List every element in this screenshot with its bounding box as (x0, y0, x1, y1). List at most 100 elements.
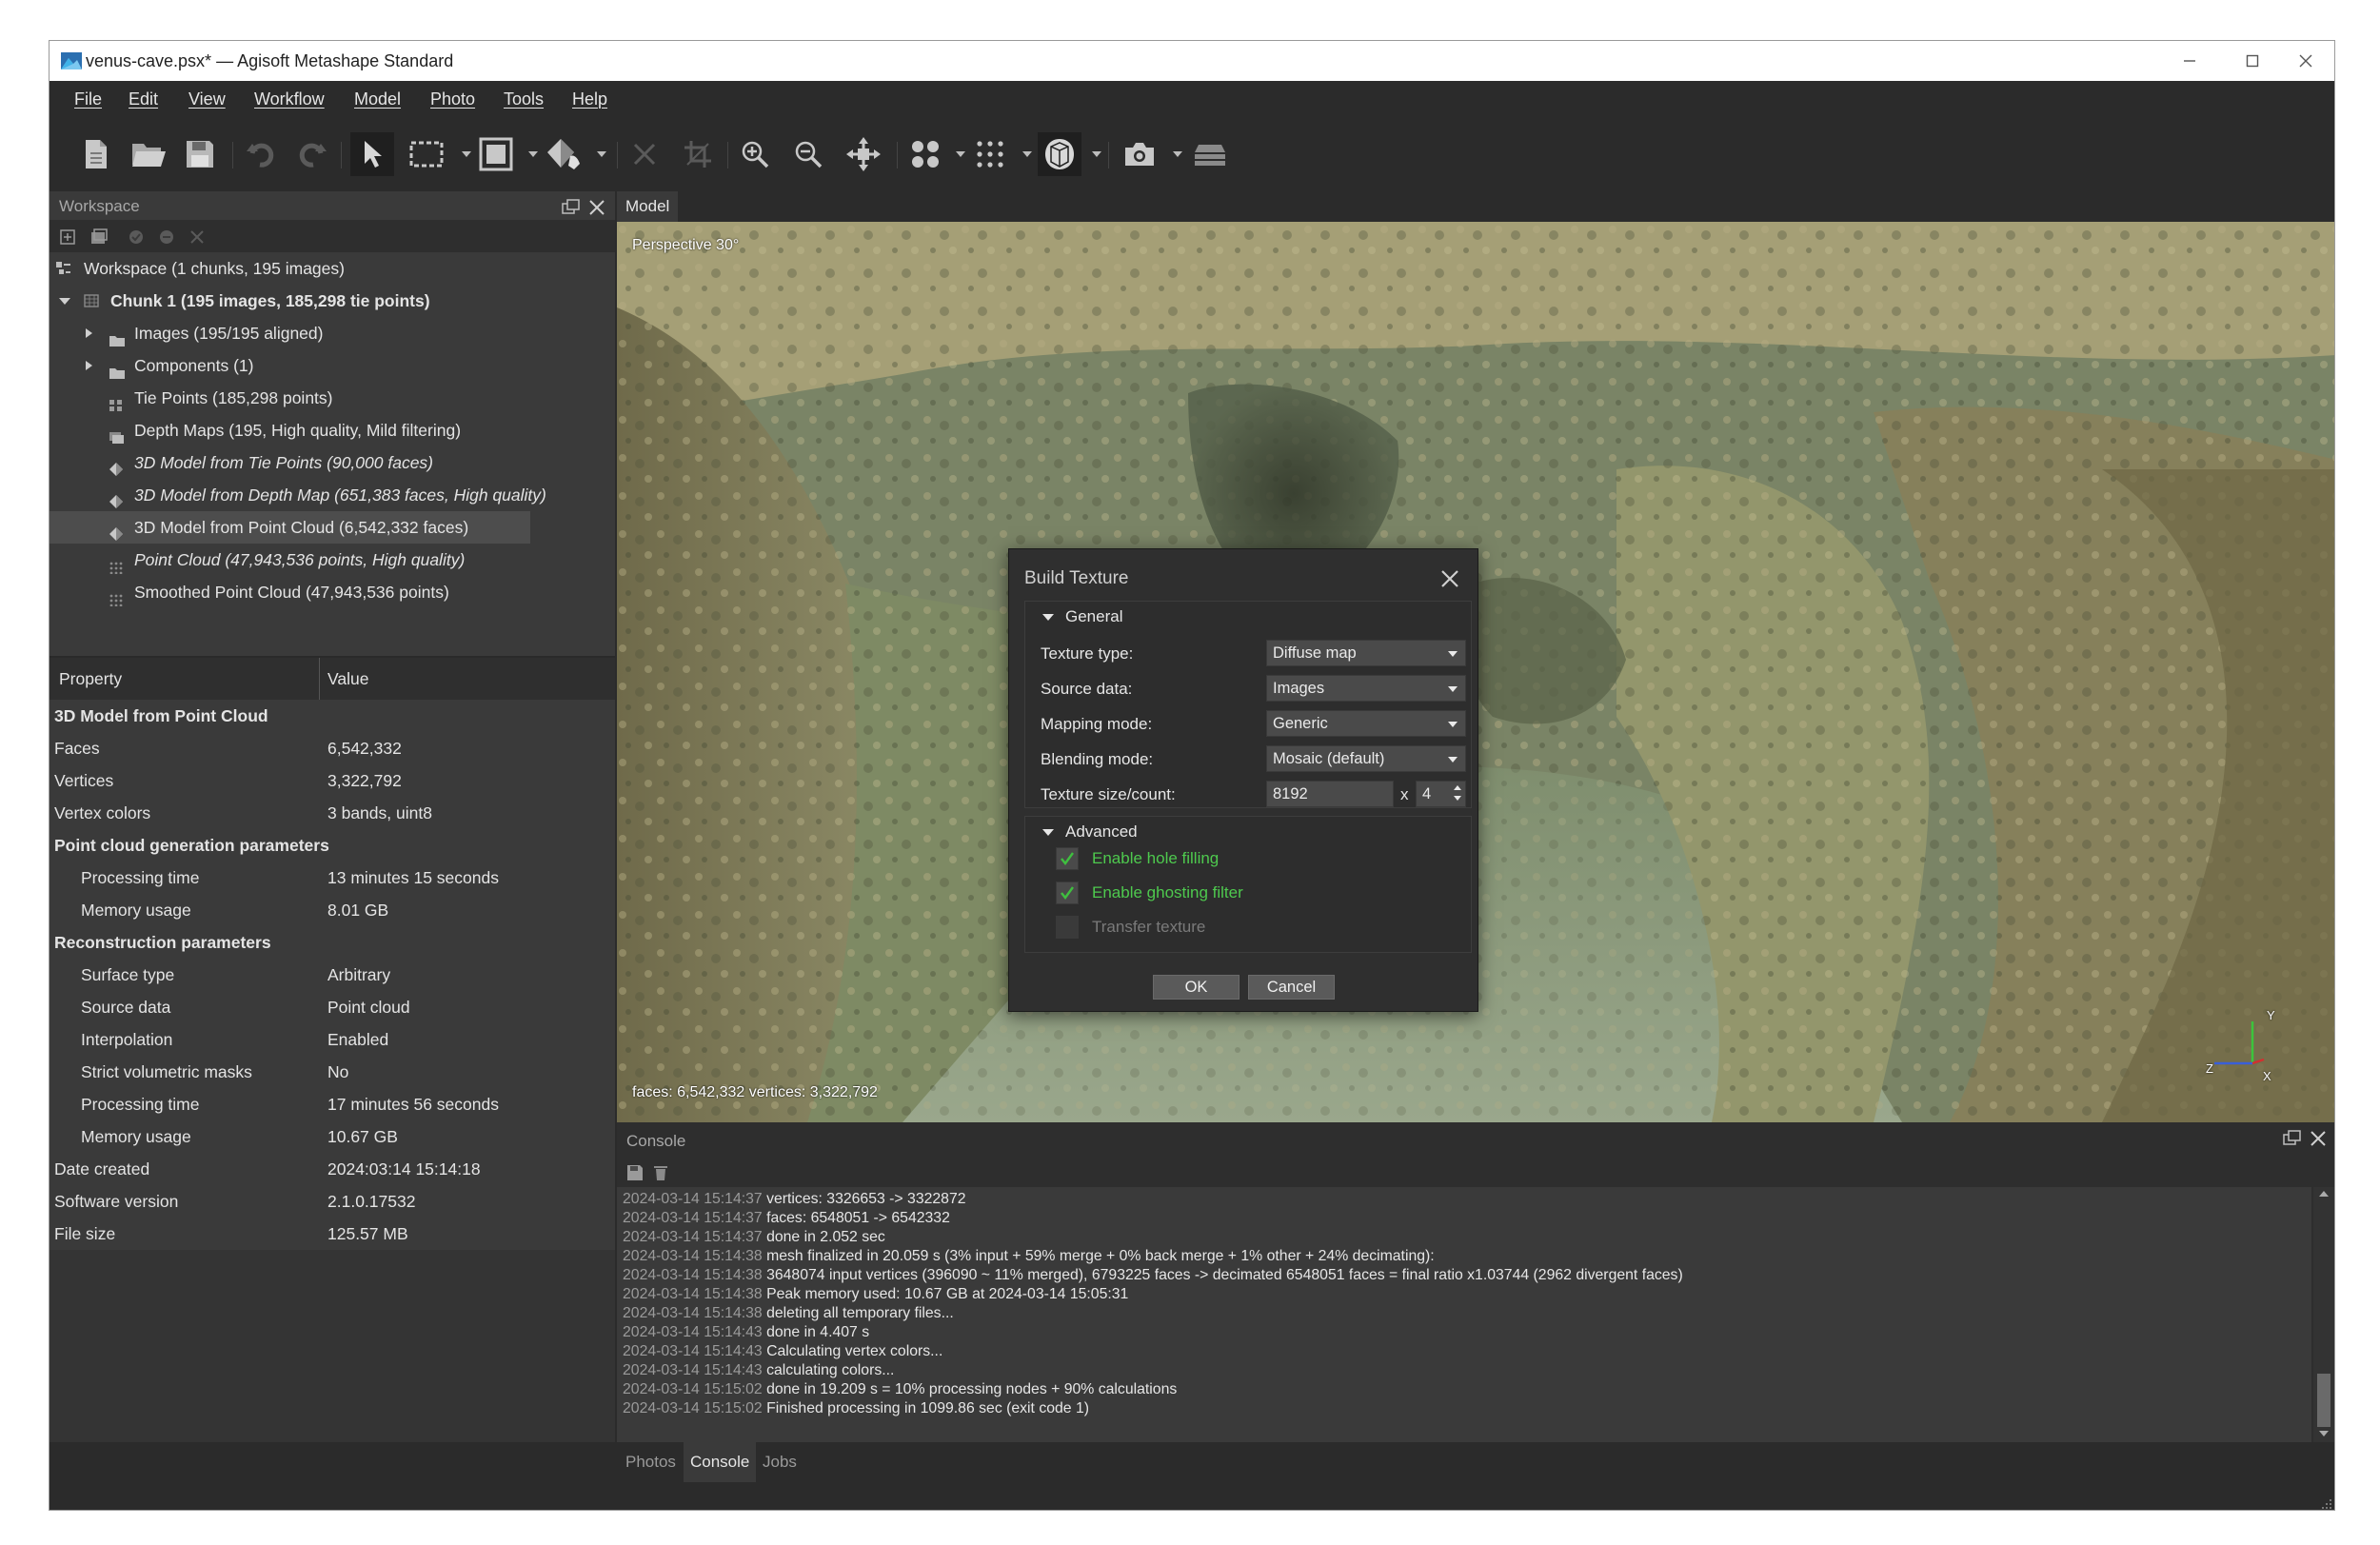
reset-view-button[interactable] (842, 132, 885, 176)
tab-model[interactable]: Model (617, 191, 678, 222)
scroll-up-icon[interactable] (2319, 1191, 2329, 1197)
scroll-down-icon[interactable] (2319, 1431, 2329, 1436)
menu-model[interactable]: Model (354, 89, 401, 109)
menu-edit[interactable]: Edit (129, 89, 158, 109)
chevron-down-icon[interactable] (1042, 829, 1054, 836)
point-cloud-icon (109, 584, 124, 598)
texture-size-input[interactable]: 8192 (1266, 781, 1394, 807)
spin-up-icon[interactable] (1454, 785, 1461, 790)
zoom-in-button[interactable] (735, 132, 775, 176)
close-icon[interactable] (1438, 566, 1462, 591)
tree-item[interactable]: Point Cloud (47,943,536 points, High qua… (50, 544, 615, 576)
menu-workflow[interactable]: Workflow (254, 89, 325, 109)
menu-help[interactable]: Help (572, 89, 607, 109)
save-log-icon[interactable] (626, 1164, 644, 1181)
menu-bar: File Edit View Workflow Model Photo Tool… (50, 81, 2334, 119)
shading-button[interactable] (541, 132, 588, 176)
layers-button[interactable] (1188, 132, 1232, 176)
property-row: Processing time13 minutes 15 seconds (50, 862, 615, 894)
console-pane: Console 2024-03-14 15:14:37 vertices: 33… (617, 1122, 2335, 1442)
console-scrollbar[interactable] (2313, 1187, 2334, 1442)
save-icon (185, 139, 215, 169)
property-key: Processing time (81, 1088, 200, 1120)
delete-selection-button[interactable] (625, 132, 664, 176)
minimize-button[interactable] (2161, 45, 2218, 77)
tree-item[interactable]: Components (1) (50, 349, 615, 382)
tree-item[interactable]: Images (195/195 aligned) (50, 317, 615, 349)
disable-icon[interactable] (158, 228, 175, 246)
build-texture-dialog: Build Texture General Texture type: Diff… (1008, 548, 1478, 1012)
zoom-out-button[interactable] (788, 132, 828, 176)
chevron-right-icon[interactable] (86, 328, 92, 338)
tree-item[interactable]: 3D Model from Tie Points (90,000 faces) (50, 446, 615, 479)
selection-dropdown-arrow[interactable] (462, 151, 471, 157)
undock-icon[interactable] (562, 199, 581, 216)
points-dropdown-arrow[interactable] (1022, 151, 1032, 157)
tree-chunk[interactable]: Chunk 1 (195 images, 185,298 tie points) (50, 285, 615, 317)
tree-item[interactable]: Tie Points (185,298 points) (50, 382, 615, 414)
resize-region-button[interactable] (474, 132, 518, 176)
tree-item[interactable]: Smoothed Point Cloud (47,943,536 points) (50, 576, 615, 608)
property-value: No (327, 1056, 348, 1088)
model-dropdown-arrow[interactable] (1092, 151, 1101, 157)
show-model-button[interactable] (1038, 132, 1081, 176)
chevron-down-icon[interactable] (1042, 614, 1054, 621)
menu-tools[interactable]: Tools (504, 89, 544, 109)
close-window-button[interactable] (2277, 45, 2334, 77)
capture-view-button[interactable] (1118, 132, 1161, 176)
scroll-thumb[interactable] (2317, 1374, 2330, 1427)
mapping-mode-select[interactable]: Generic (1266, 710, 1466, 737)
cancel-button[interactable]: Cancel (1248, 975, 1335, 1000)
navigation-button[interactable] (350, 132, 394, 176)
open-button[interactable] (126, 132, 171, 176)
menu-photo[interactable]: Photo (430, 89, 475, 109)
resize-grip-icon[interactable] (2321, 1498, 2332, 1510)
remove-icon[interactable] (188, 228, 206, 246)
spin-down-icon[interactable] (1454, 796, 1461, 801)
tree-root-workspace[interactable]: Workspace (1 chunks, 195 images) (50, 252, 615, 285)
menu-file[interactable]: File (74, 89, 102, 109)
show-points-button[interactable] (969, 132, 1011, 176)
clear-log-icon[interactable] (653, 1164, 668, 1181)
new-document-button[interactable] (76, 132, 116, 176)
shading-dropdown-arrow[interactable] (597, 151, 606, 157)
source-data-select[interactable]: Images (1266, 675, 1466, 702)
tab-photos[interactable]: Photos (619, 1442, 683, 1482)
ghosting-filter-label[interactable]: Enable ghosting filter (1092, 883, 1243, 902)
save-button[interactable] (179, 132, 221, 176)
texture-type-select[interactable]: Diffuse map (1266, 640, 1466, 666)
close-pane-icon[interactable] (2310, 1130, 2327, 1147)
add-chunk-icon[interactable] (59, 228, 78, 246)
property-key: Software version (54, 1185, 178, 1218)
hole-filling-label[interactable]: Enable hole filling (1092, 849, 1219, 868)
capture-dropdown-arrow[interactable] (1173, 151, 1182, 157)
cameras-dropdown-arrow[interactable] (956, 151, 965, 157)
rectangle-selection-button[interactable] (406, 132, 447, 176)
undo-icon (247, 140, 275, 168)
maximize-button[interactable] (2224, 45, 2281, 77)
property-row: Strict volumetric masksNo (50, 1056, 615, 1088)
ok-button[interactable]: OK (1153, 975, 1240, 1000)
crop-selection-button[interactable] (678, 132, 718, 176)
tab-jobs[interactable]: Jobs (756, 1442, 803, 1482)
ghosting-filter-checkbox[interactable] (1056, 881, 1079, 904)
hole-filling-checkbox[interactable] (1056, 847, 1079, 870)
undo-button[interactable] (240, 132, 282, 176)
show-cameras-button[interactable] (904, 132, 946, 176)
menu-view[interactable]: View (188, 89, 226, 109)
chevron-down-icon[interactable] (59, 298, 70, 305)
blending-mode-select[interactable]: Mosaic (default) (1266, 745, 1466, 772)
tab-console[interactable]: Console (684, 1442, 756, 1482)
tree-item[interactable]: 3D Model from Point Cloud (6,542,332 fac… (50, 511, 530, 544)
chevron-right-icon[interactable] (86, 361, 92, 370)
undock-icon[interactable] (2283, 1130, 2302, 1147)
enable-icon[interactable] (128, 228, 145, 246)
add-photos-icon[interactable] (89, 228, 109, 246)
region-dropdown-arrow[interactable] (528, 151, 538, 157)
tree-item[interactable]: 3D Model from Depth Map (651,383 faces, … (50, 479, 615, 511)
texture-count-spinner[interactable]: 4 (1416, 781, 1466, 807)
log-message: calculating colors... (766, 1362, 894, 1378)
close-pane-icon[interactable] (588, 199, 605, 216)
tree-item[interactable]: Depth Maps (195, High quality, Mild filt… (50, 414, 615, 446)
redo-button[interactable] (291, 132, 333, 176)
